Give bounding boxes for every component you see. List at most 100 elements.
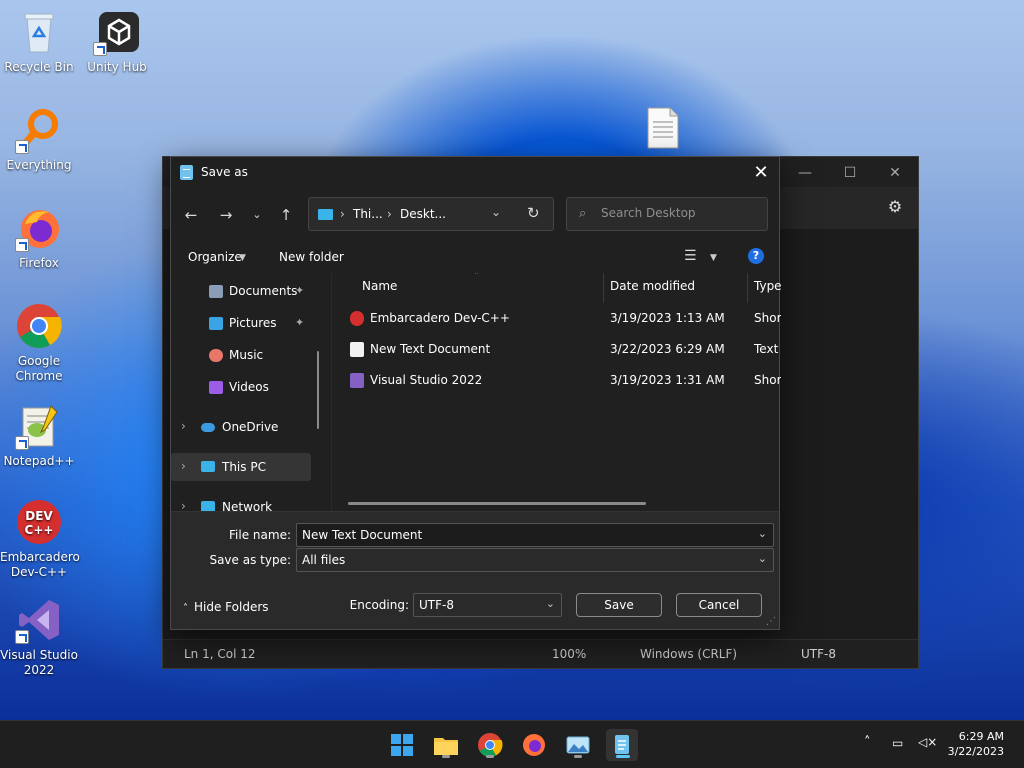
maximize-icon[interactable]: ☐ bbox=[840, 163, 860, 183]
nav-item-this-pc[interactable]: › This PC bbox=[171, 453, 311, 481]
text-document-icon bbox=[350, 342, 364, 357]
save-button[interactable]: Save bbox=[576, 593, 662, 617]
taskbar-chrome[interactable] bbox=[474, 729, 506, 761]
horizontal-scrollbar[interactable] bbox=[348, 502, 646, 505]
cancel-button[interactable]: Cancel bbox=[676, 593, 762, 617]
expand-chevron-icon[interactable]: › bbox=[181, 419, 186, 433]
svg-text:DEV: DEV bbox=[25, 509, 53, 523]
column-header-name[interactable]: Name bbox=[362, 279, 397, 293]
chrome-icon bbox=[15, 302, 63, 350]
recycle-bin-icon bbox=[15, 8, 63, 56]
hide-folders-button[interactable]: ˄ Hide Folders bbox=[183, 600, 269, 614]
network-icon bbox=[201, 501, 215, 511]
address-dropdown-chevron-icon[interactable]: ⌄ bbox=[491, 205, 501, 219]
column-header-type[interactable]: Type bbox=[754, 279, 781, 293]
breadcrumb-this-pc[interactable]: Thi... bbox=[353, 207, 383, 221]
up-arrow-icon[interactable]: ↑ bbox=[274, 203, 298, 227]
file-row[interactable]: Embarcadero Dev-C++ 3/19/2023 1:13 AM Sh… bbox=[332, 304, 781, 332]
desktop-icon-everything[interactable]: Everything bbox=[0, 106, 78, 173]
desktop-icon-google-chrome[interactable]: Google Chrome bbox=[0, 302, 78, 384]
notepad-plus-plus-icon bbox=[15, 402, 63, 450]
file-name-field[interactable]: New Text Document ⌄ bbox=[296, 523, 774, 547]
file-name: Embarcadero Dev-C++ bbox=[370, 311, 510, 325]
desktop-text-document-icon[interactable] bbox=[646, 106, 680, 150]
running-indicator bbox=[442, 755, 450, 758]
organize-dropdown-icon[interactable]: ▼ bbox=[239, 253, 246, 263]
file-type: Short bbox=[754, 373, 781, 387]
view-options-icon[interactable]: ☰ bbox=[684, 248, 697, 264]
system-clock[interactable]: 6:29 AM 3/22/2023 bbox=[948, 729, 1004, 759]
file-row[interactable]: New Text Document 3/22/2023 6:29 AM Text… bbox=[332, 335, 781, 363]
nav-item-pictures[interactable]: Pictures ✦ bbox=[171, 309, 311, 337]
desktop-icon-label: Notepad++ bbox=[3, 454, 75, 468]
navigation-scrollbar[interactable] bbox=[317, 351, 319, 429]
notepad-statusbar: Ln 1, Col 12 100% Windows (CRLF) UTF-8 bbox=[163, 639, 918, 668]
save-as-type-dropdown-icon[interactable]: ⌄ bbox=[758, 552, 767, 565]
address-bar[interactable]: › Thi... › Deskt... ⌄ ↻ bbox=[308, 197, 554, 231]
breadcrumb-desktop[interactable]: Deskt... bbox=[400, 207, 446, 221]
this-pc-icon bbox=[201, 461, 215, 472]
status-line-ending: Windows (CRLF) bbox=[640, 647, 738, 661]
status-encoding: UTF-8 bbox=[801, 647, 836, 661]
back-arrow-icon[interactable]: ← bbox=[179, 203, 203, 227]
organize-button[interactable]: Organize bbox=[188, 250, 242, 264]
help-icon[interactable]: ? bbox=[748, 248, 764, 264]
nav-item-network[interactable]: › Network bbox=[171, 493, 311, 511]
file-name-dropdown-icon[interactable]: ⌄ bbox=[758, 527, 767, 540]
search-input[interactable] bbox=[601, 206, 761, 220]
close-icon[interactable]: ✕ bbox=[885, 163, 905, 183]
view-dropdown-icon[interactable]: ▼ bbox=[710, 253, 717, 263]
search-box[interactable]: ⌕ bbox=[566, 197, 768, 231]
desktop-icon-label: Everything bbox=[6, 158, 72, 172]
visual-studio-icon bbox=[15, 596, 63, 644]
nav-item-music[interactable]: Music bbox=[171, 341, 311, 369]
desktop-icon-visual-studio-2022[interactable]: Visual Studio 2022 bbox=[0, 596, 78, 678]
desktop-icon-unity-hub[interactable]: Unity Hub bbox=[78, 8, 156, 75]
desktop-icon-firefox[interactable]: Firefox bbox=[0, 204, 78, 271]
encoding-select[interactable]: UTF-8 ⌄ bbox=[413, 593, 562, 617]
desktop-icon-embarcadero-dev-cpp[interactable]: DEV C++ Embarcadero Dev-C++ bbox=[0, 498, 80, 580]
taskbar-notepad[interactable] bbox=[606, 729, 638, 761]
desktop-icon-notepad-plus-plus[interactable]: Notepad++ bbox=[0, 402, 78, 469]
minimize-icon[interactable]: — bbox=[795, 163, 815, 183]
show-hidden-icons-chevron-icon[interactable]: ˄ bbox=[864, 735, 871, 750]
breadcrumb-separator-icon: › bbox=[340, 207, 345, 221]
dev-cpp-icon: DEV C++ bbox=[15, 498, 63, 546]
recent-locations-chevron-icon[interactable]: ⌄ bbox=[245, 203, 269, 227]
nav-item-videos[interactable]: Videos bbox=[171, 373, 311, 401]
command-bar: Organize ▼ New folder ☰ ▼ ? bbox=[171, 243, 779, 273]
file-row[interactable]: Visual Studio 2022 3/19/2023 1:31 AM Sho… bbox=[332, 366, 781, 394]
volume-muted-icon[interactable]: ◁× bbox=[918, 735, 937, 749]
column-separator[interactable] bbox=[603, 273, 604, 303]
save-as-type-select[interactable]: All files ⌄ bbox=[296, 548, 774, 572]
shortcut-arrow-icon bbox=[15, 140, 29, 154]
taskbar-firefox[interactable] bbox=[518, 729, 550, 761]
new-folder-button[interactable]: New folder bbox=[279, 250, 344, 264]
column-separator[interactable] bbox=[747, 273, 748, 303]
file-date: 3/22/2023 6:29 AM bbox=[610, 342, 725, 356]
clock-date: 3/22/2023 bbox=[947, 745, 1004, 758]
taskbar-file-explorer[interactable] bbox=[430, 729, 462, 761]
refresh-icon[interactable]: ↻ bbox=[527, 204, 540, 222]
music-icon bbox=[209, 349, 223, 362]
expand-chevron-icon[interactable]: › bbox=[181, 499, 186, 511]
expand-chevron-icon[interactable]: › bbox=[181, 459, 186, 473]
save-as-type-value: All files bbox=[302, 553, 346, 567]
nav-item-documents[interactable]: Documents ✦ bbox=[171, 277, 311, 305]
desktop-icon-label: Unity Hub bbox=[87, 60, 147, 74]
column-header-date-modified[interactable]: Date modified bbox=[610, 279, 695, 293]
network-status-icon[interactable]: ▭ bbox=[892, 736, 903, 750]
resize-grip-icon[interactable]: ⋰ bbox=[766, 616, 776, 627]
settings-gear-icon[interactable]: ⚙ bbox=[885, 197, 905, 217]
encoding-dropdown-icon[interactable]: ⌄ bbox=[546, 597, 555, 610]
file-name-label: File name: bbox=[229, 528, 291, 542]
running-indicator bbox=[486, 755, 494, 758]
forward-arrow-icon[interactable]: → bbox=[214, 203, 238, 227]
taskbar-photos[interactable] bbox=[562, 729, 594, 761]
close-icon[interactable]: ✕ bbox=[749, 161, 773, 185]
everything-search-icon bbox=[15, 106, 63, 154]
nav-item-onedrive[interactable]: › OneDrive bbox=[171, 413, 311, 441]
desktop-icon-recycle-bin[interactable]: Recycle Bin bbox=[0, 8, 78, 75]
start-button[interactable] bbox=[386, 729, 418, 761]
unity-hub-icon bbox=[93, 8, 141, 56]
